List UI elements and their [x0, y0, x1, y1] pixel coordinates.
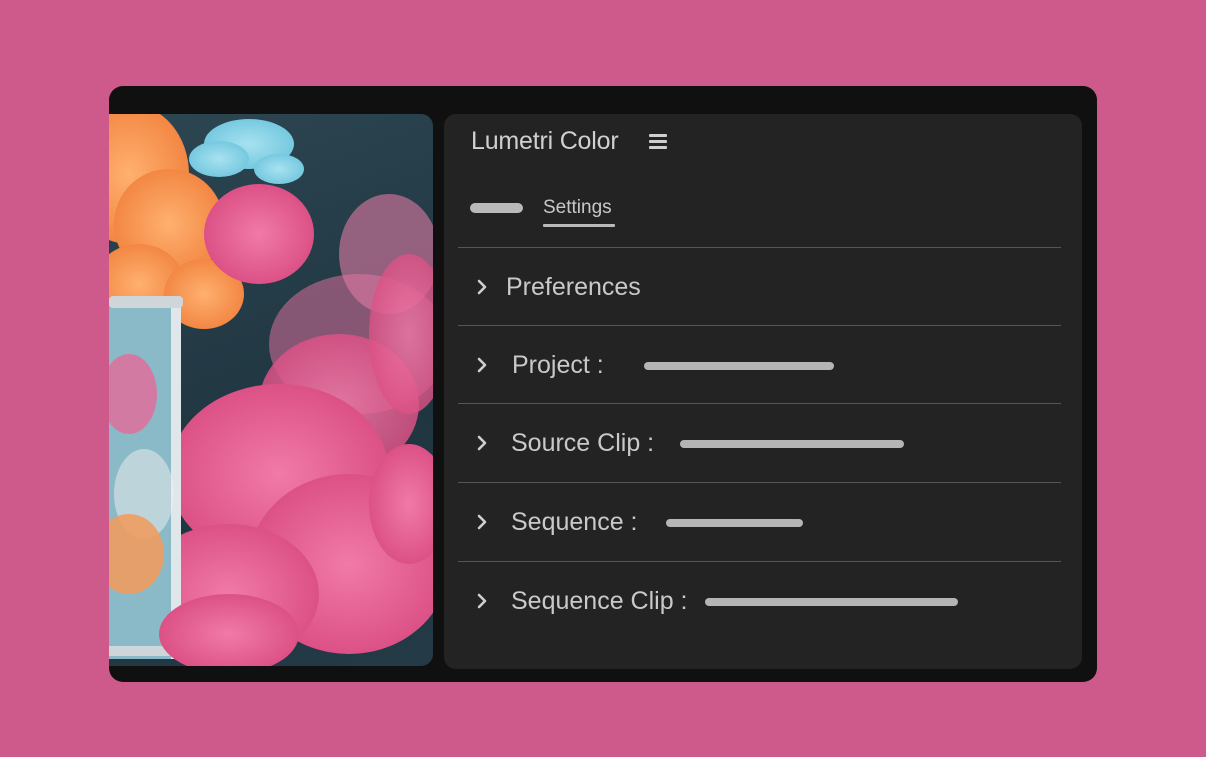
- tab-placeholder[interactable]: [470, 203, 523, 213]
- chevron-right-icon: [477, 435, 487, 451]
- chevron-right-icon: [477, 357, 487, 373]
- section-label: Project :: [512, 351, 604, 379]
- app-window: Lumetri Color Settings Preferences Proje…: [109, 86, 1097, 682]
- chevron-right-icon: [477, 593, 487, 609]
- active-tab-indicator: [543, 224, 615, 227]
- preview-image: [109, 114, 433, 666]
- panel-title: Lumetri Color: [471, 127, 619, 155]
- hamburger-menu-icon[interactable]: [649, 134, 667, 150]
- lumetri-color-panel: Lumetri Color Settings Preferences Proje…: [444, 114, 1082, 669]
- section-label: Source Clip :: [511, 429, 655, 457]
- value-placeholder-bar: [666, 519, 803, 527]
- chevron-right-icon: [477, 514, 487, 530]
- section-source-clip[interactable]: Source Clip :: [458, 404, 1061, 482]
- chevron-right-icon: [477, 279, 487, 295]
- section-sequence-clip[interactable]: Sequence Clip :: [458, 562, 1061, 640]
- value-placeholder-bar: [705, 598, 958, 606]
- video-preview: [109, 114, 433, 666]
- section-preferences[interactable]: Preferences: [458, 248, 1061, 326]
- section-label: Preferences: [506, 273, 641, 301]
- value-placeholder-bar: [680, 440, 904, 448]
- tab-settings[interactable]: Settings: [543, 197, 612, 219]
- section-sequence[interactable]: Sequence :: [458, 483, 1061, 561]
- section-project[interactable]: Project :: [458, 326, 1061, 404]
- section-label: Sequence Clip :: [511, 587, 688, 615]
- section-label: Sequence :: [511, 508, 638, 536]
- value-placeholder-bar: [644, 362, 834, 370]
